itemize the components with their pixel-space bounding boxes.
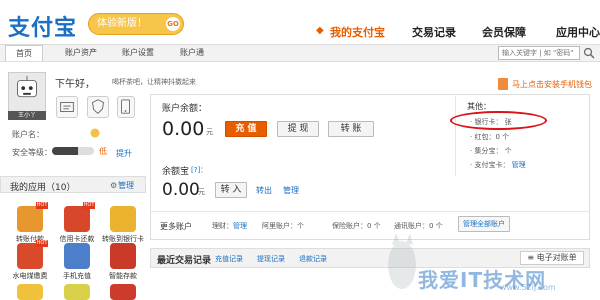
transfer-out-link[interactable]: 转出 [256, 185, 272, 196]
red-packet-item[interactable]: · 红包：0 个 [470, 132, 509, 142]
transfer-button[interactable]: 转 账 [328, 121, 374, 137]
balance-amount: 0.00 [162, 118, 205, 140]
balance-title: 账户余额： [162, 104, 208, 114]
highlight-circle [450, 111, 547, 130]
mobile-wallet-icon [498, 78, 508, 90]
hot-badge: HOT [83, 202, 95, 209]
active-nav-bullet-icon: ◆ [316, 25, 324, 36]
search-input[interactable] [498, 46, 580, 60]
transfer-in-button[interactable]: 转 入 [215, 182, 247, 198]
id-card-icon[interactable] [56, 96, 78, 118]
tab-account-settings[interactable]: 账户设置 [112, 45, 164, 61]
wealth-label: 理财： [212, 222, 233, 230]
credit-card-repay-app-icon[interactable] [64, 206, 90, 232]
avatar-username: 王小丫 [8, 111, 46, 120]
yuebao-manage-link[interactable]: 管理 [283, 185, 299, 196]
points-item[interactable]: · 集分宝： 个 [470, 146, 512, 156]
security-level-label: 安全等级： [12, 148, 52, 157]
security-level-value: 低 [99, 147, 107, 156]
alipay-card-label: · 支付宝卡： [470, 161, 510, 169]
app-icon[interactable] [110, 284, 136, 300]
more-accounts-label: 更多账户 [160, 222, 192, 231]
wealth-item: 理财：管理 [212, 221, 247, 231]
hot-badge: HOT [36, 240, 48, 247]
shield-icon[interactable] [87, 96, 109, 118]
alipay-logo[interactable]: 支付宝 [8, 10, 77, 42]
security-level-fill [52, 147, 79, 155]
nav-my-alipay[interactable]: 我的支付宝 [330, 24, 385, 40]
app-icon[interactable] [64, 284, 90, 300]
apps-manage-link[interactable]: 管理 [118, 180, 134, 191]
app-label[interactable]: 水电煤缴费 [7, 271, 53, 281]
nav-member-protection[interactable]: 会员保障 [482, 24, 526, 40]
withdraw-button[interactable]: 提 现 [277, 121, 319, 137]
yuebao-unit: 元 [198, 188, 205, 196]
divider [151, 211, 589, 212]
my-apps-title: 我的应用（10） [10, 183, 76, 193]
insurance-account-item[interactable]: 保险账户：0 个 [332, 221, 381, 231]
security-level-bar [52, 147, 94, 155]
recent-transactions-title: 最近交易记录 [157, 256, 212, 266]
yuebao-title: 余额宝 [162, 167, 190, 177]
install-mobile-wallet-link[interactable]: 马上点击安装手机钱包 [512, 79, 592, 90]
transfer-pay-app-icon[interactable] [17, 206, 43, 232]
nav-transactions[interactable]: 交易记录 [412, 24, 456, 40]
promo-go-badge: GO [166, 17, 180, 31]
nav-app-center[interactable]: 应用中心 [556, 24, 600, 40]
withdraw-records-link[interactable]: 提现记录 [257, 254, 285, 264]
app-label[interactable]: 手机充值 [54, 271, 100, 281]
robot-avatar-icon [17, 75, 37, 98]
motto-text: 喝杯茶吧，让精神抖擞起来 [112, 78, 196, 86]
transfer-to-bank-app-icon[interactable] [110, 206, 136, 232]
yuebao-amount: 0.00 [162, 180, 200, 200]
hot-badge: HOT [36, 202, 48, 209]
alipay-card-manage-link[interactable]: 管理 [512, 161, 526, 169]
recharge-records-link[interactable]: 充值记录 [215, 254, 243, 264]
mobile-recharge-app-icon[interactable] [64, 243, 90, 269]
search-icon[interactable] [583, 47, 595, 59]
recharge-button[interactable]: 充 值 [225, 121, 267, 137]
mobile-phone-icon[interactable] [117, 96, 135, 118]
tab-account-link[interactable]: 账户通 [170, 45, 214, 61]
e-statement-link[interactable]: ≡ 电子对账单 [520, 251, 584, 265]
new-version-promo-button[interactable]: 体验新版！ GO [88, 13, 184, 35]
vip-badge-icon [90, 128, 100, 138]
manage-all-accounts-button[interactable]: 管理全部账户 [458, 216, 510, 232]
watermark-url: www.52ij.com [500, 283, 556, 292]
tab-account-assets[interactable]: 账户资产 [55, 45, 107, 61]
tab-home[interactable]: 首页 [5, 45, 43, 61]
app-icon[interactable] [17, 284, 43, 300]
refund-records-link[interactable]: 退款记录 [299, 254, 327, 264]
balance-unit: 元 [206, 128, 213, 136]
account-name-label: 账户名： [12, 130, 44, 139]
app-label[interactable]: 智能存款 [100, 271, 146, 281]
promo-label: 体验新版！ [97, 18, 147, 29]
security-upgrade-link[interactable]: 提升 [116, 148, 132, 159]
wealth-manage-link[interactable]: 管理 [233, 222, 247, 230]
gear-icon: ⚙ [110, 181, 118, 190]
yuebao-help-link[interactable]: [?]： [191, 165, 207, 175]
watermark-cat-icon [388, 233, 416, 289]
greeting-text: 下午好， [55, 79, 95, 90]
alipay-card-item: · 支付宝卡： 管理 [470, 160, 526, 170]
smart-deposit-app-icon[interactable] [110, 243, 136, 269]
aliyun-account-item[interactable]: 阿里账户：个 [262, 221, 304, 231]
